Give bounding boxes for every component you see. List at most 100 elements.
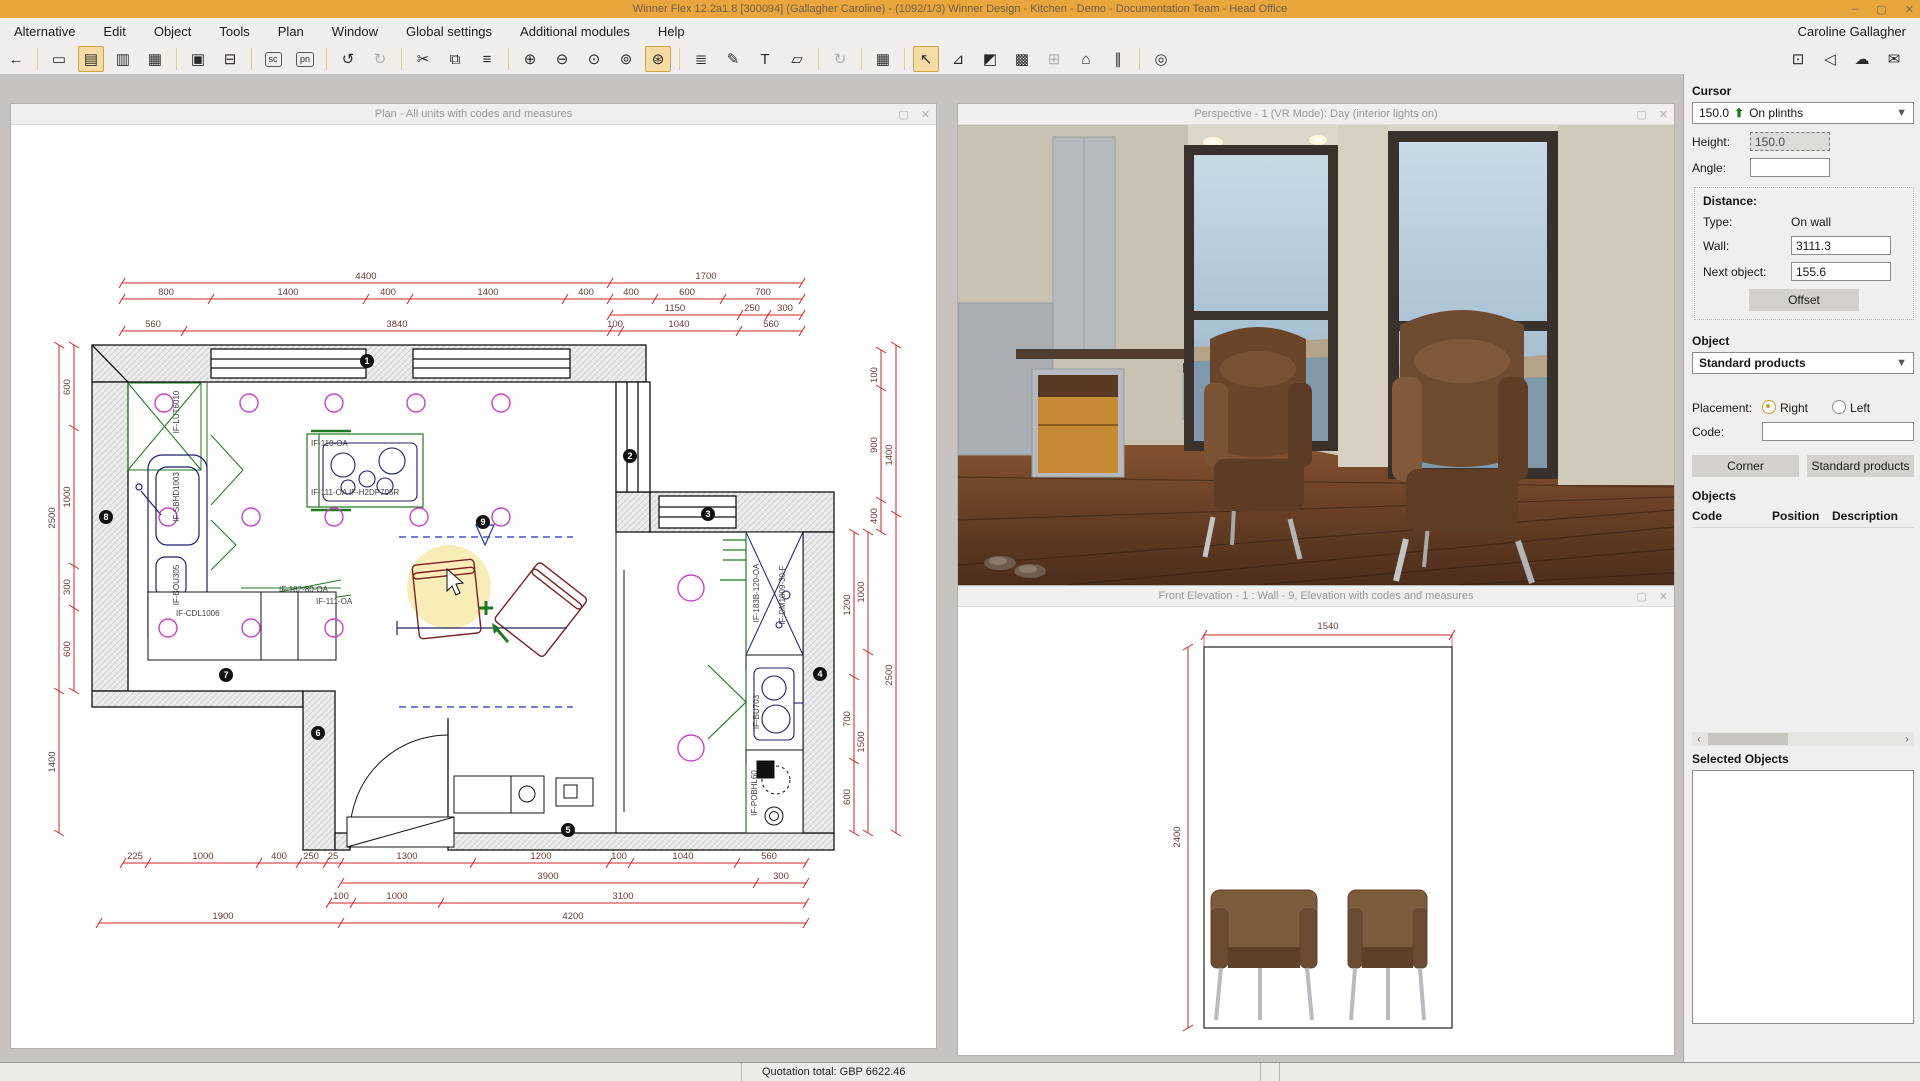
object-type-value: Standard products [1699,356,1806,370]
print-icon[interactable]: ⊟ [217,46,243,72]
svg-text:6: 6 [315,728,320,738]
perspective-window-titlebar[interactable]: Perspective - 1 (VR Mode): Day (interior… [958,104,1674,125]
type-label: Type: [1703,215,1733,229]
redo-icon[interactable]: ↻ [367,46,393,72]
cursor-mode-text: On plinths [1749,106,1804,120]
cloud-print-icon[interactable]: ☁ [1849,46,1875,72]
perspective-close-icon[interactable]: ✕ [1659,108,1668,121]
view-list-icon[interactable]: ▦ [142,46,168,72]
zoom-out-icon[interactable]: ⊖ [549,46,575,72]
svg-text:900: 900 [869,437,880,453]
note-tool-icon[interactable]: ✎ [720,46,746,72]
menu-tools[interactable]: Tools [205,18,263,44]
menu-alternative[interactable]: Alternative [0,18,89,44]
svg-text:560: 560 [145,319,161,330]
perspective-maximize-icon[interactable]: ▢ [1636,108,1646,121]
cursor-mode-dropdown[interactable]: 150.0 ⬆ On plinths ▼ [1692,102,1914,124]
corner-button[interactable]: Corner [1692,455,1799,477]
plan-view-icon[interactable]: ▤ [78,46,104,72]
walkthrough-icon[interactable]: ⌂ [1073,46,1099,72]
cut-icon[interactable]: ✂ [410,46,436,72]
menu-help[interactable]: Help [644,18,699,44]
svg-text:3100: 3100 [612,891,633,902]
select-arrow-icon[interactable]: ↖ [913,46,939,72]
code-field[interactable] [1762,422,1914,441]
menu-edit[interactable]: Edit [89,18,139,44]
svg-text:600: 600 [62,379,73,395]
text-tool-icon[interactable]: T [752,46,778,72]
plan-window-titlebar[interactable]: Plan - All units with codes and measures… [11,104,936,125]
svg-text:5: 5 [565,825,570,835]
elevation-view-icon[interactable]: ▥ [110,46,136,72]
elevation-window-titlebar[interactable]: Front Elevation - 1 : Wall - 9, Elevatio… [958,586,1674,607]
selected-objects-list[interactable] [1692,770,1914,1024]
refresh-icon[interactable]: ↻ [827,46,853,72]
measure-tool-icon[interactable]: ▱ [784,46,810,72]
svg-text:1: 1 [364,356,369,366]
objects-list[interactable] [1692,528,1914,724]
svg-text:IF-BOU305: IF-BOU305 [172,564,181,605]
svg-text:IF-DM1009-30-F: IF-DM1009-30-F [778,565,787,624]
placement-left-radio[interactable]: Left [1832,400,1870,415]
wall-tool-2-icon[interactable]: ◩ [977,46,1003,72]
plan-stamp-icon[interactable]: ◎ [1148,46,1174,72]
plan-close-icon[interactable]: ✕ [921,108,930,121]
zoom-previous-icon[interactable]: ⊙ [581,46,607,72]
standard-products-button[interactable]: Standard products [1807,455,1914,477]
align-icon[interactable]: ∥ [1105,46,1131,72]
next-object-field[interactable]: 155.6 [1791,262,1891,281]
objects-scrollbar[interactable]: ‹ › [1692,732,1914,746]
perspective-render[interactable] [957,125,1675,586]
camera-icon[interactable]: ⊡ [1785,46,1811,72]
menu-plan[interactable]: Plan [264,18,318,44]
scroll-right-icon[interactable]: › [1900,734,1914,745]
wall-pillar [1338,125,1388,467]
offset-button[interactable]: Offset [1749,289,1859,311]
angle-field[interactable] [1750,158,1830,177]
line-tool-icon[interactable]: ≣ [688,46,714,72]
svg-text:400: 400 [271,851,287,862]
placement-right-radio[interactable]: Right [1762,400,1808,415]
sc-button[interactable]: sc [264,51,282,67]
plan-maximize-icon[interactable]: ▢ [898,108,908,121]
close-icon[interactable]: ✕ [1905,3,1914,16]
elevation-close-icon[interactable]: ✕ [1659,590,1668,603]
menu-bar: Alternative Edit Object Tools Plan Windo… [0,18,1920,45]
elevation-drawing[interactable]: 1540 2400 [958,607,1674,1056]
elevation-maximize-icon[interactable]: ▢ [1636,590,1646,603]
zoom-all-icon[interactable]: ⊚ [613,46,639,72]
minimize-icon[interactable]: – [1852,3,1858,15]
menu-object[interactable]: Object [140,18,206,44]
back-icon[interactable]: ← [3,46,29,72]
new-plan-icon[interactable]: ▭ [46,46,72,72]
mail-icon[interactable]: ✉ [1881,46,1907,72]
wall-field[interactable]: 3111.3 [1791,236,1891,255]
menu-global-settings[interactable]: Global settings [392,18,506,44]
menu-additional-modules[interactable]: Additional modules [506,18,644,44]
scroll-left-icon[interactable]: ‹ [1692,734,1706,745]
calculator-icon[interactable]: ▦ [870,46,896,72]
pn-button[interactable]: pn [295,51,314,67]
scrollbar-thumb[interactable] [1708,733,1788,745]
height-field[interactable]: 150.0 [1750,132,1830,151]
save-icon[interactable]: ▣ [185,46,211,72]
svg-text:560: 560 [761,851,777,862]
copy-icon[interactable]: ⧉ [442,46,468,72]
maximize-icon[interactable]: ▢ [1876,3,1886,16]
plan-drawing[interactable]: 4400 1700 800 1400 400 1400 400 400 600 … [11,125,936,1049]
zoom-window-icon[interactable]: ⊛ [645,46,671,72]
undo-icon[interactable]: ↺ [335,46,361,72]
wall-outline [1203,646,1453,1029]
wall-tool-1-icon[interactable]: ⊿ [945,46,971,72]
status-bar: Quotation total: GBP 6622.46 [0,1062,1920,1081]
cursor-section-label: Cursor [1692,84,1732,98]
svg-text:1400: 1400 [277,287,298,298]
svg-text:3900: 3900 [537,871,558,882]
wall-tool-3-icon[interactable]: ▩ [1009,46,1035,72]
object-type-dropdown[interactable]: Standard products ▼ [1692,352,1914,374]
zoom-in-icon[interactable]: ⊕ [517,46,543,72]
share-icon[interactable]: ◁ [1817,46,1843,72]
grid-icon[interactable]: ⊞ [1041,46,1067,72]
paste-icon[interactable]: ≡ [474,46,500,72]
menu-window[interactable]: Window [318,18,392,44]
